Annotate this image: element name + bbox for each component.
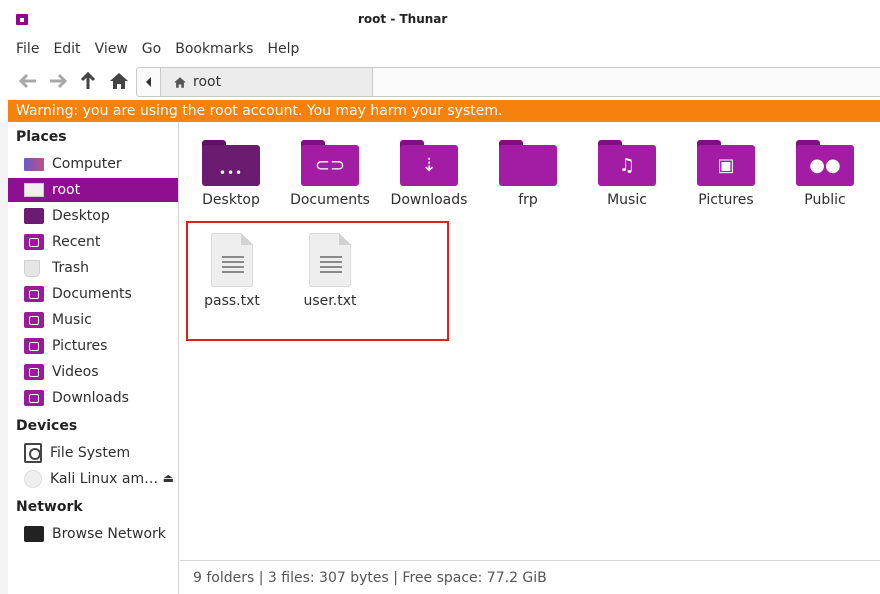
network-icon	[24, 526, 44, 542]
back-button[interactable]	[17, 70, 39, 92]
sidebar-item-label: Documents	[52, 286, 132, 302]
sidebar-item-label: Desktop	[52, 208, 110, 224]
sidebar-item-pictures[interactable]: Pictures	[8, 334, 178, 358]
sidebar-item-label: Browse Network	[52, 526, 166, 542]
sidebar-item-recent[interactable]: Recent	[8, 230, 178, 254]
folder-name: Documents	[290, 192, 370, 208]
downloads-folder-icon	[24, 390, 44, 406]
window-edge	[0, 122, 8, 594]
folder-item-desktop[interactable]: ••• Desktop	[183, 140, 279, 208]
documents-folder-icon	[24, 286, 44, 302]
menu-edit[interactable]: Edit	[53, 36, 80, 62]
places-header: Places	[16, 129, 67, 145]
drive-icon	[24, 443, 42, 463]
sidebar-item-downloads[interactable]: Downloads	[8, 386, 178, 410]
trash-icon	[24, 259, 40, 277]
sidebar-item-trash[interactable]: Trash	[8, 256, 178, 280]
folder-name: Public	[804, 192, 846, 208]
computer-icon	[24, 157, 44, 171]
pictures-folder-icon: ▣	[697, 140, 755, 186]
sidebar-item-label: root	[52, 182, 81, 198]
public-folder-icon: ●●	[796, 140, 854, 186]
sidebar-item-kali-linux[interactable]: Kali Linux am… ⏏	[8, 467, 178, 491]
sidebar-item-file-system[interactable]: File System	[8, 441, 178, 465]
sidebar-item-videos[interactable]: Videos	[8, 360, 178, 384]
menu-bookmarks[interactable]: Bookmarks	[175, 36, 253, 62]
home-icon	[174, 76, 186, 88]
sidebar-item-music[interactable]: Music	[8, 308, 178, 332]
sidebar-item-label: Videos	[52, 364, 99, 380]
sidebar: Places Computer root Desktop Recent Tras…	[8, 122, 179, 594]
pictures-folder-icon	[24, 338, 44, 354]
sidebar-item-label: Trash	[52, 260, 89, 276]
menu-help[interactable]: Help	[267, 36, 299, 62]
home-icon	[110, 73, 128, 89]
sidebar-item-root[interactable]: root	[8, 178, 178, 202]
toolbar: root	[0, 62, 880, 100]
eject-icon[interactable]: ⏏	[163, 471, 174, 485]
chevron-left-icon	[145, 77, 151, 87]
sidebar-item-label: Downloads	[52, 390, 129, 406]
optical-disc-icon	[24, 470, 42, 488]
folder-item-public[interactable]: ●● Public	[777, 140, 873, 208]
forward-arrow-icon	[50, 73, 68, 89]
home-button[interactable]	[108, 70, 130, 92]
music-folder-icon: ♫	[598, 140, 656, 186]
folder-item-frp[interactable]: frp	[480, 140, 576, 208]
sidebar-item-label: Recent	[52, 234, 101, 250]
menu-view[interactable]: View	[95, 36, 128, 62]
folder-name: Downloads	[390, 192, 468, 208]
folder-item-pictures[interactable]: ▣ Pictures	[678, 140, 774, 208]
sidebar-item-desktop[interactable]: Desktop	[8, 204, 178, 228]
folder-name: Pictures	[698, 192, 754, 208]
sidebar-item-documents[interactable]: Documents	[8, 282, 178, 306]
status-bar: 9 folders | 3 files: 307 bytes | Free sp…	[180, 560, 880, 594]
sidebar-item-computer[interactable]: Computer	[8, 152, 178, 176]
path-crumb-label: root	[193, 74, 222, 90]
folder-name: Desktop	[202, 192, 260, 208]
downloads-folder-icon: ⇣	[400, 140, 458, 186]
folder-name: Music	[607, 192, 647, 208]
back-arrow-icon	[18, 73, 36, 89]
home-folder-icon	[24, 183, 44, 197]
menu-file[interactable]: File	[16, 36, 39, 62]
videos-folder-icon	[24, 364, 44, 380]
path-scroll-left-button[interactable]	[137, 68, 161, 96]
desktop-folder-icon	[24, 208, 44, 224]
documents-folder-icon: ⊂⊃	[301, 140, 359, 186]
sidebar-item-browse-network[interactable]: Browse Network	[8, 522, 178, 546]
file-view[interactable]: ••• Desktop ⊂⊃ Documents ⇣ Downloads frp…	[180, 122, 880, 560]
forward-button[interactable]	[47, 70, 69, 92]
folder-item-downloads[interactable]: ⇣ Downloads	[381, 140, 477, 208]
sidebar-item-label: Computer	[52, 156, 122, 172]
sidebar-item-label: Pictures	[52, 338, 108, 354]
highlight-annotation-box	[186, 221, 449, 341]
sidebar-item-label: File System	[50, 445, 131, 461]
folder-item-documents[interactable]: ⊂⊃ Documents	[282, 140, 378, 208]
root-warning-bar: Warning: you are using the root account.…	[8, 100, 880, 122]
recent-folder-icon	[24, 234, 44, 250]
window-title: root - Thunar	[358, 12, 448, 26]
title-bar: root - Thunar	[0, 0, 880, 36]
network-header: Network	[16, 499, 83, 515]
path-crumb-root[interactable]: root	[161, 68, 373, 96]
sidebar-item-label: Kali Linux am…	[50, 471, 159, 487]
folder-item-music[interactable]: ♫ Music	[579, 140, 675, 208]
devices-header: Devices	[16, 418, 78, 434]
up-button[interactable]	[77, 70, 99, 92]
menu-go[interactable]: Go	[142, 36, 161, 62]
path-bar[interactable]: root	[136, 67, 880, 97]
menu-bar: File Edit View Go Bookmarks Help	[0, 36, 880, 62]
up-arrow-icon	[80, 71, 96, 89]
folder-icon	[499, 140, 557, 186]
desktop-folder-icon: •••	[202, 140, 260, 186]
sidebar-item-label: Music	[52, 312, 92, 328]
folder-name: frp	[518, 192, 538, 208]
music-folder-icon	[24, 312, 44, 328]
